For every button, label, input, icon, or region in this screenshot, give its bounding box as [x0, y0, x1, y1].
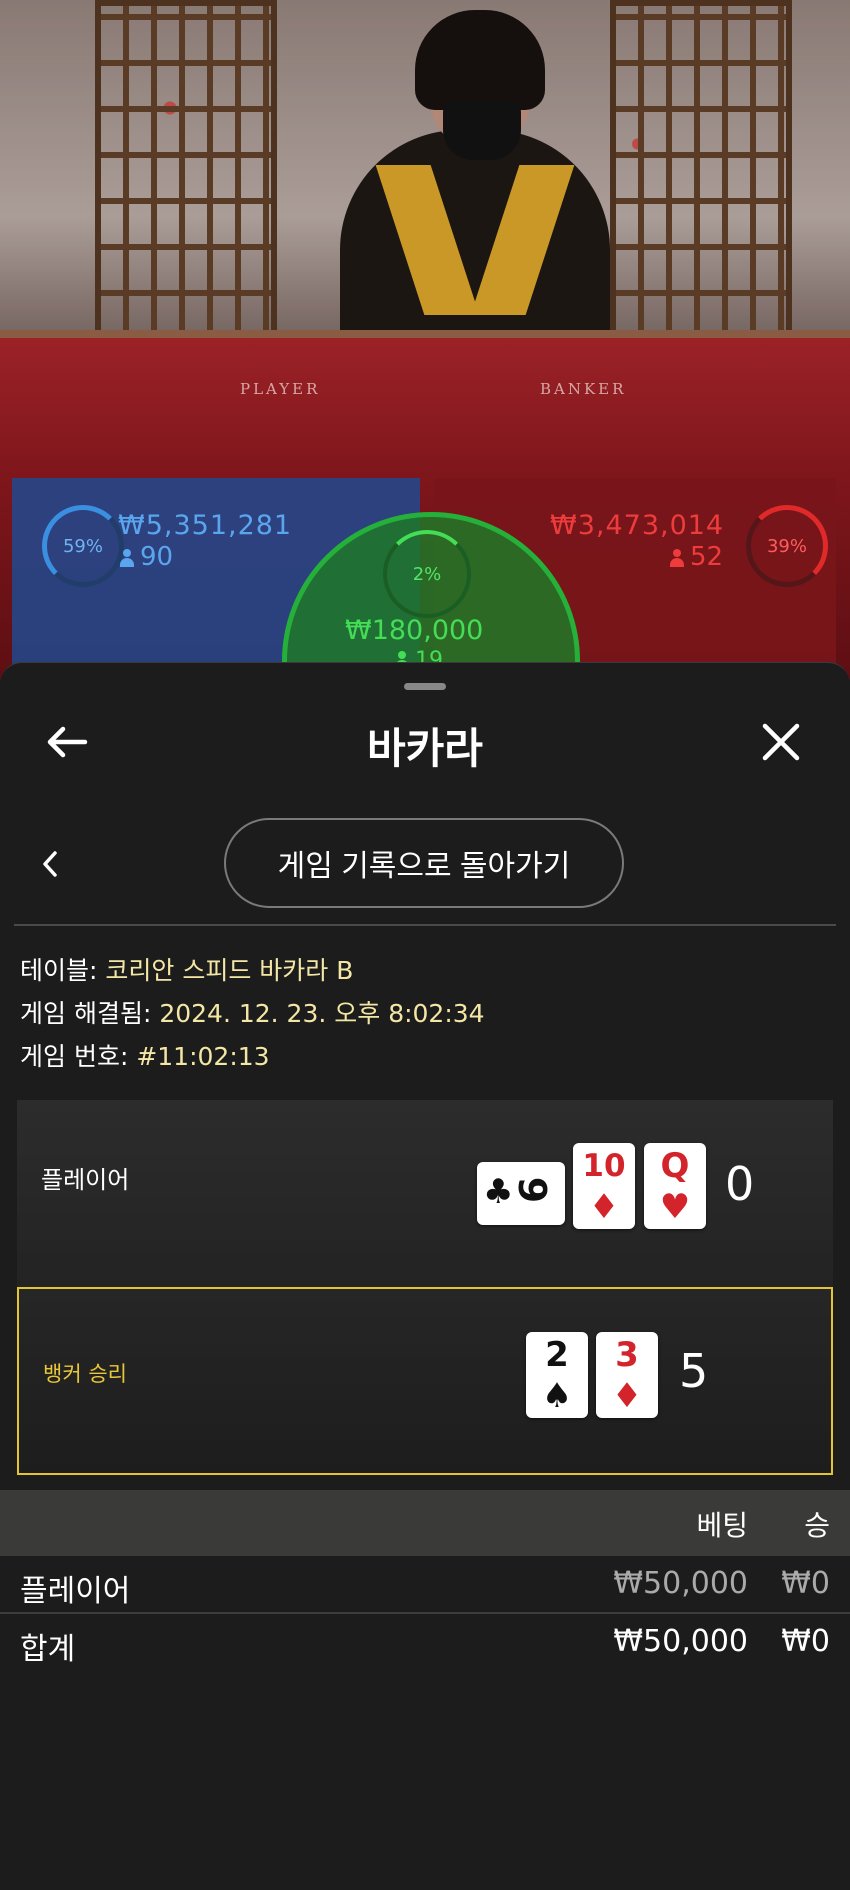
card-rank: 3 — [615, 1335, 639, 1375]
banker-win-label: 뱅커 승리 — [43, 1362, 127, 1386]
card-rank: 10 — [582, 1148, 626, 1184]
sheet-title: 바카라 — [367, 724, 483, 773]
column-header-bet: 베팅 — [696, 1509, 748, 1542]
playing-card: 10 ♦ — [573, 1143, 635, 1229]
close-button[interactable] — [756, 717, 806, 767]
back-to-history-button[interactable]: 게임 기록으로 돌아가기 — [224, 818, 624, 908]
card-rank: 9 — [510, 1176, 555, 1204]
playing-card: 2 ♠ — [526, 1332, 588, 1418]
info-table-value: 코리안 스피드 바카라 B — [105, 956, 354, 985]
total-bet-amount: ₩50,000 — [613, 1624, 748, 1659]
tie-bet-amount: ₩180,000 — [345, 615, 484, 646]
card-rank: Q — [660, 1146, 690, 1186]
info-resolved-row: 게임 해결됨: 2024. 12. 23. 오후 8:02:34 — [20, 994, 485, 1030]
banker-bet-amount: ₩3,473,014 — [550, 510, 725, 541]
close-icon — [762, 723, 800, 761]
table-label-player: PLAYER — [240, 380, 321, 398]
divider — [14, 924, 836, 926]
player-bettor-count: 90 — [120, 542, 173, 572]
bets-table-header: 베팅 승 — [0, 1490, 850, 1556]
column-header-win: 승 — [804, 1509, 830, 1542]
chevron-left-icon — [43, 851, 57, 877]
playing-card: ♣ 9 — [477, 1162, 565, 1225]
banker-hand-panel: 뱅커 승리 2 ♠ 3 ♦ 5 — [17, 1287, 833, 1475]
decorative-screen-right — [610, 0, 792, 342]
live-video-stream: PLAYER BANKER 59% ₩5,351,281 90 39% ₩3,4… — [0, 0, 850, 680]
table-row: 플레이어 ₩50,000 ₩0 — [0, 1556, 850, 1612]
player-percent-ring: 59% — [42, 505, 124, 587]
info-table-row: 테이블: 코리안 스피드 바카라 B — [20, 951, 353, 987]
card-suit: ♦ — [611, 1376, 643, 1416]
player-hand-panel: 플레이어 ♣ 9 10 ♦ Q ♥ 0 — [17, 1100, 833, 1288]
player-hand-total: 0 — [725, 1157, 755, 1211]
info-table-label: 테이블: — [20, 956, 98, 985]
info-resolved-value: 2024. 12. 23. 오후 8:02:34 — [159, 999, 485, 1028]
sheet-drag-handle[interactable] — [404, 683, 446, 690]
banker-hand-total: 5 — [679, 1344, 709, 1398]
info-number-value: #11:02:13 — [136, 1042, 270, 1071]
banker-percent-ring: 39% — [746, 505, 828, 587]
table-total-row: 합계 ₩50,000 ₩0 — [0, 1614, 850, 1670]
row-bet-name: 플레이어 — [20, 1574, 131, 1609]
card-suit: ♠ — [541, 1376, 573, 1416]
info-number-label: 게임 번호: — [20, 1042, 129, 1071]
info-number-row: 게임 번호: #11:02:13 — [20, 1037, 270, 1073]
row-win-amount: ₩0 — [781, 1566, 830, 1601]
card-suit: ♥ — [659, 1187, 691, 1227]
card-suit: ♦ — [588, 1187, 620, 1227]
tie-percent-ring: 2% — [383, 530, 471, 618]
dealer-mask — [443, 100, 521, 160]
playing-card: Q ♥ — [644, 1143, 706, 1229]
player-bet-amount: ₩5,351,281 — [118, 510, 293, 541]
dealer-hair — [415, 10, 545, 110]
table-label-banker: BANKER — [540, 380, 627, 398]
game-history-sheet: 바카라 게임 기록으로 돌아가기 테이블: 코리안 스피드 바카라 B 게임 해… — [0, 662, 850, 1890]
banker-count-value: 52 — [690, 542, 724, 572]
card-suit: ♣ — [483, 1172, 514, 1212]
banker-bettor-count: 52 — [670, 542, 723, 572]
playing-card: 3 ♦ — [596, 1332, 658, 1418]
decorative-screen-left — [95, 0, 277, 342]
total-label: 합계 — [20, 1632, 76, 1667]
card-rank: 2 — [545, 1335, 569, 1375]
player-count-value: 90 — [140, 542, 174, 572]
person-icon — [670, 549, 684, 567]
total-win-amount: ₩0 — [781, 1624, 830, 1659]
info-resolved-label: 게임 해결됨: — [20, 999, 152, 1028]
person-icon — [120, 549, 134, 567]
row-bet-amount: ₩50,000 — [613, 1566, 748, 1601]
player-hand-label: 플레이어 — [41, 1166, 130, 1194]
previous-button[interactable] — [34, 844, 66, 884]
